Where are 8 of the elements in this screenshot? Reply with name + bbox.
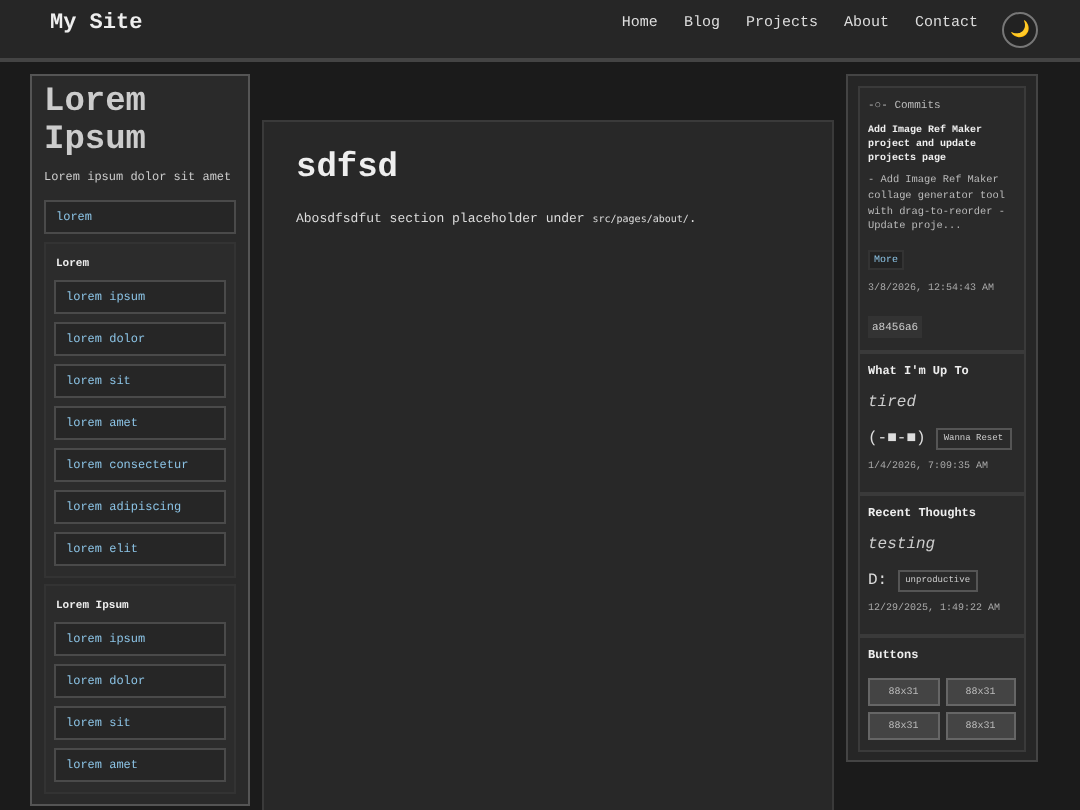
sidebar-title: Lorem Ipsum — [44, 86, 149, 161]
site-title[interactable]: My Site — [50, 11, 622, 47]
emoticon: (-■-■) — [868, 430, 926, 449]
status-text: tired — [868, 394, 919, 413]
theme-toggle[interactable]: 🌙 — [1002, 12, 1038, 48]
page-heading: sdfsd — [296, 150, 401, 188]
emoticon: D: — [868, 572, 888, 591]
status-text: testing — [868, 536, 938, 555]
